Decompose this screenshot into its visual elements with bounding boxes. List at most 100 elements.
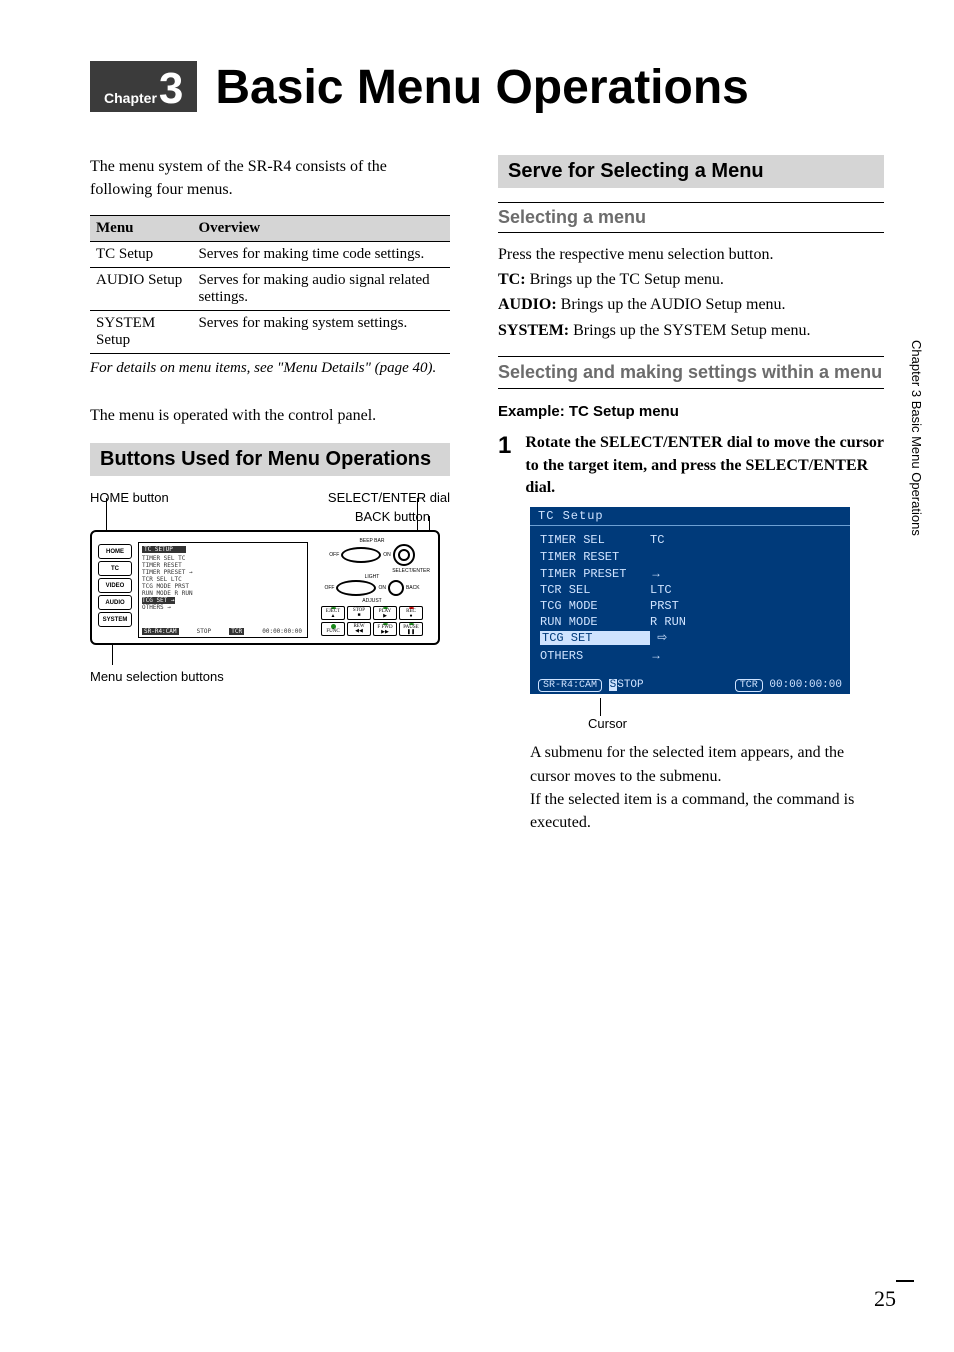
label-select-enter-dial: SELECT/ENTER dial bbox=[328, 490, 450, 505]
lcd-footer: SR-R4:CAM STOP TCR 00:00:00:00 bbox=[142, 628, 304, 635]
chapter-number: 3 bbox=[159, 71, 183, 106]
step-instruction: Rotate the SELECT/ENTER dial to move the… bbox=[525, 432, 884, 499]
selecting-item-system: SYSTEM: Brings up the SYSTEM Setup menu. bbox=[498, 319, 884, 342]
tc-row: TIMER SELTC bbox=[540, 532, 842, 548]
menu-overview-table: Menu Overview TC Setup Serves for making… bbox=[90, 215, 450, 354]
adjust-label: ADJUST bbox=[312, 598, 432, 604]
lcd-line: TIMER PRESET → bbox=[142, 569, 304, 576]
lcd-line: OTHERS → bbox=[142, 604, 304, 611]
home-button[interactable]: HOME bbox=[98, 544, 132, 559]
play-button[interactable]: PLAY▶ bbox=[373, 606, 397, 620]
tc-button[interactable]: TC bbox=[98, 561, 132, 576]
chapter-title: Basic Menu Operations bbox=[215, 60, 748, 115]
back-button[interactable] bbox=[388, 580, 404, 596]
panel-lcd: TC SETUP TIMER SEL TC TIMER RESET TIMER … bbox=[138, 542, 308, 638]
tc-setup-screen: TC Setup TIMER SELTC TIMER RESET TIMER P… bbox=[530, 507, 850, 694]
on-label: ON bbox=[383, 552, 391, 558]
cursor-label: Cursor bbox=[588, 716, 884, 731]
stop-button[interactable]: STOP■ bbox=[347, 606, 371, 620]
tc-row: TCG MODEPRST bbox=[540, 598, 842, 614]
lcd-footer-time: 00:00:00:00 bbox=[260, 628, 304, 635]
side-running-header: Chapter 3 Basic Menu Operations bbox=[909, 340, 924, 536]
footer-stop: STOP bbox=[617, 679, 643, 691]
beep-dial[interactable] bbox=[341, 547, 381, 563]
footer-sr-r4: SR-R4:CAM bbox=[538, 679, 602, 692]
table-row: SYSTEM Setup Serves for making system se… bbox=[90, 311, 450, 354]
chapter-header: Chapter 3 Basic Menu Operations bbox=[90, 60, 884, 115]
cell-overview: Serves for making audio signal related s… bbox=[192, 268, 450, 311]
video-button[interactable]: VIDEO bbox=[98, 578, 132, 593]
ffwd-button[interactable]: F FWD▶▶ bbox=[373, 622, 397, 636]
light-dial[interactable] bbox=[336, 580, 376, 596]
rec-button[interactable]: REC● bbox=[399, 606, 423, 620]
func-button[interactable]: FUNC bbox=[321, 622, 345, 636]
tc-screen-title: TC Setup bbox=[530, 507, 850, 526]
subheading-making-settings: Selecting and making settings within a m… bbox=[498, 356, 884, 389]
tc-row: TCR SELLTC bbox=[540, 582, 842, 598]
audio-button[interactable]: AUDIO bbox=[98, 595, 132, 610]
panel-note: The menu is operated with the control pa… bbox=[90, 404, 450, 427]
cell-menu: AUDIO Setup bbox=[90, 268, 192, 311]
page-number: 25 bbox=[874, 1286, 896, 1312]
tc-row: RUN MODER RUN bbox=[540, 614, 842, 630]
select-enter-dial[interactable] bbox=[393, 544, 415, 566]
submenu-paragraph-2: If the selected item is a command, the c… bbox=[530, 788, 884, 834]
rew-button[interactable]: REW◀◀ bbox=[347, 622, 371, 636]
intro-text: The menu system of the SR-R4 consists of… bbox=[90, 155, 450, 201]
panel-dials: BEEP BAR OFF ON SELECT/ENTER LIGHT OFF O… bbox=[312, 538, 432, 636]
tc-screen-footer: SR-R4:CAM SSTOP TCR 00:00:00:00 bbox=[530, 676, 850, 694]
table-row: TC Setup Serves for making time code set… bbox=[90, 242, 450, 268]
off-label: OFF bbox=[329, 552, 339, 558]
lcd-line-hl: TCG SET → bbox=[142, 597, 175, 604]
cursor-leader-line bbox=[600, 698, 601, 716]
tc-row: TIMER RESET bbox=[540, 549, 842, 565]
label-back-button: BACK button bbox=[90, 509, 430, 524]
table-header-overview: Overview bbox=[192, 216, 450, 242]
tc-row-highlighted: TCG SET ⇨ bbox=[540, 630, 842, 646]
label-menu-selection-buttons: Menu selection buttons bbox=[90, 669, 224, 684]
panel-side-buttons: HOME TC VIDEO AUDIO SYSTEM bbox=[98, 544, 132, 627]
example-heading: Example: TC Setup menu bbox=[498, 403, 884, 420]
cell-menu: TC Setup bbox=[90, 242, 192, 268]
cell-overview: Serves for making time code settings. bbox=[192, 242, 450, 268]
on-label: ON bbox=[378, 585, 386, 591]
step-number: 1 bbox=[498, 432, 511, 499]
control-panel-box: HOME TC VIDEO AUDIO SYSTEM TC SETUP TIME… bbox=[90, 530, 440, 645]
lcd-header: TC SETUP bbox=[142, 546, 186, 553]
pause-button[interactable]: PAUSE❚❚ bbox=[399, 622, 423, 636]
eject-button[interactable]: EJECT▲ bbox=[321, 606, 345, 620]
lcd-line: TIMER SEL TC bbox=[142, 555, 304, 562]
cell-overview: Serves for making system settings. bbox=[192, 311, 450, 354]
leader-line bbox=[112, 645, 113, 665]
cell-menu: SYSTEM Setup bbox=[90, 311, 192, 354]
back-label: BACK bbox=[406, 585, 420, 591]
section-header-serve: Serve for Selecting a Menu bbox=[498, 155, 884, 188]
footer-tcr: TCR bbox=[735, 679, 763, 692]
section-header-buttons: Buttons Used for Menu Operations bbox=[90, 443, 450, 476]
step-1: 1 Rotate the SELECT/ENTER dial to move t… bbox=[498, 432, 884, 499]
table-header-menu: Menu bbox=[90, 216, 192, 242]
chapter-badge: Chapter 3 bbox=[90, 61, 197, 112]
system-button[interactable]: SYSTEM bbox=[98, 612, 132, 627]
submenu-paragraph-1: A submenu for the selected item appears,… bbox=[530, 741, 884, 787]
lcd-line: TCR SEL LTC bbox=[142, 576, 304, 583]
control-panel-diagram: HOME TC VIDEO AUDIO SYSTEM TC SETUP TIME… bbox=[90, 530, 440, 705]
chapter-word: Chapter bbox=[104, 90, 157, 106]
table-row: AUDIO Setup Serves for making audio sign… bbox=[90, 268, 450, 311]
tc-row: TIMER PRESET→ bbox=[540, 565, 842, 582]
tc-row: OTHERS→ bbox=[540, 647, 842, 664]
footer-timecode: 00:00:00:00 bbox=[769, 679, 842, 691]
selecting-item-tc: TC: Brings up the TC Setup menu. bbox=[498, 268, 884, 291]
lcd-line: TIMER RESET bbox=[142, 562, 304, 569]
selecting-body: Press the respective menu selection butt… bbox=[498, 243, 884, 266]
lcd-line: RUN MODE R RUN bbox=[142, 590, 304, 597]
label-home-button: HOME button bbox=[90, 490, 169, 505]
off-label: OFF bbox=[324, 585, 334, 591]
selecting-item-audio: AUDIO: Brings up the AUDIO Setup menu. bbox=[498, 293, 884, 316]
lcd-footer-tcr: TCR bbox=[229, 628, 244, 635]
lcd-footer-left: SR-R4:CAM bbox=[142, 628, 179, 635]
cross-reference: For details on menu items, see "Menu Det… bbox=[90, 358, 450, 380]
lcd-line: TCG MODE PRST bbox=[142, 583, 304, 590]
subheading-selecting-menu: Selecting a menu bbox=[498, 202, 884, 233]
lcd-footer-mid: STOP bbox=[195, 628, 213, 635]
